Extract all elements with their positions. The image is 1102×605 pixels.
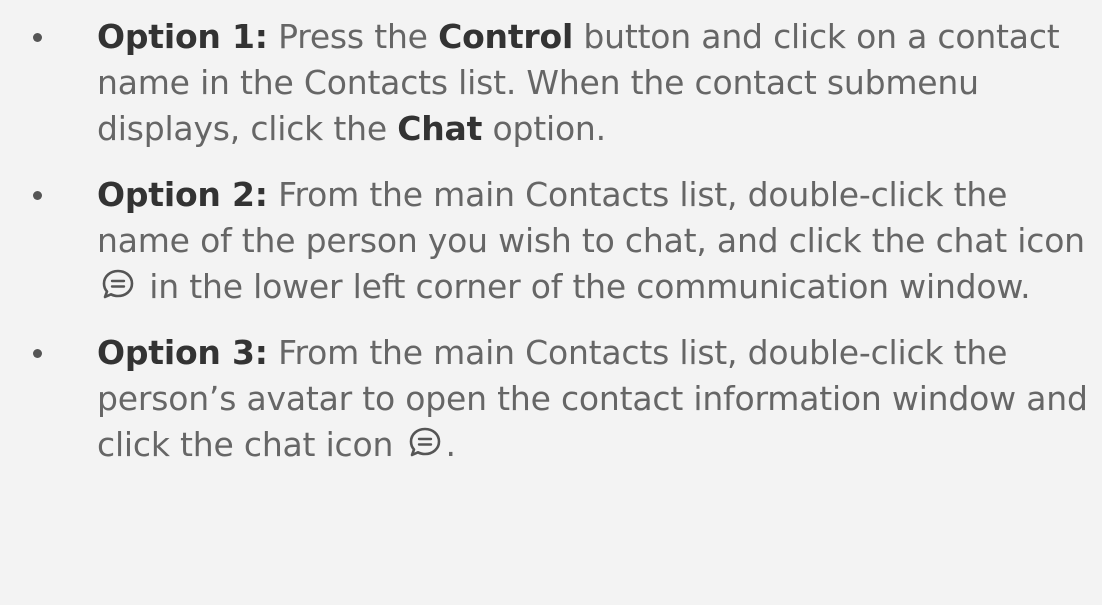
option-3-item: Option 3: From the main Contacts list, d… — [0, 330, 1102, 468]
option-3-text-b: . — [445, 425, 457, 464]
option-1-text-a: Press the — [267, 17, 439, 56]
chat-bubble-icon — [101, 268, 135, 300]
options-list: Option 1: Press the Control button and c… — [0, 14, 1102, 468]
bullet — [33, 191, 42, 200]
chat-bubble-icon — [408, 426, 442, 458]
option-1-item: Option 1: Press the Control button and c… — [0, 14, 1102, 152]
option-3-label: Option 3: — [97, 333, 268, 372]
chat-term: Chat — [397, 109, 483, 148]
instructions-page: Option 1: Press the Control button and c… — [0, 0, 1102, 605]
option-2-item: Option 2: From the main Contacts list, d… — [0, 172, 1102, 310]
option-1-text-c: option. — [482, 109, 606, 148]
control-term: Control — [438, 17, 574, 56]
option-2-label: Option 2: — [97, 175, 268, 214]
option-1-label: Option 1: — [97, 17, 268, 56]
option-2-text-b: in the lower left corner of the communic… — [139, 267, 1031, 306]
bullet — [33, 349, 42, 358]
bullet — [33, 33, 42, 42]
